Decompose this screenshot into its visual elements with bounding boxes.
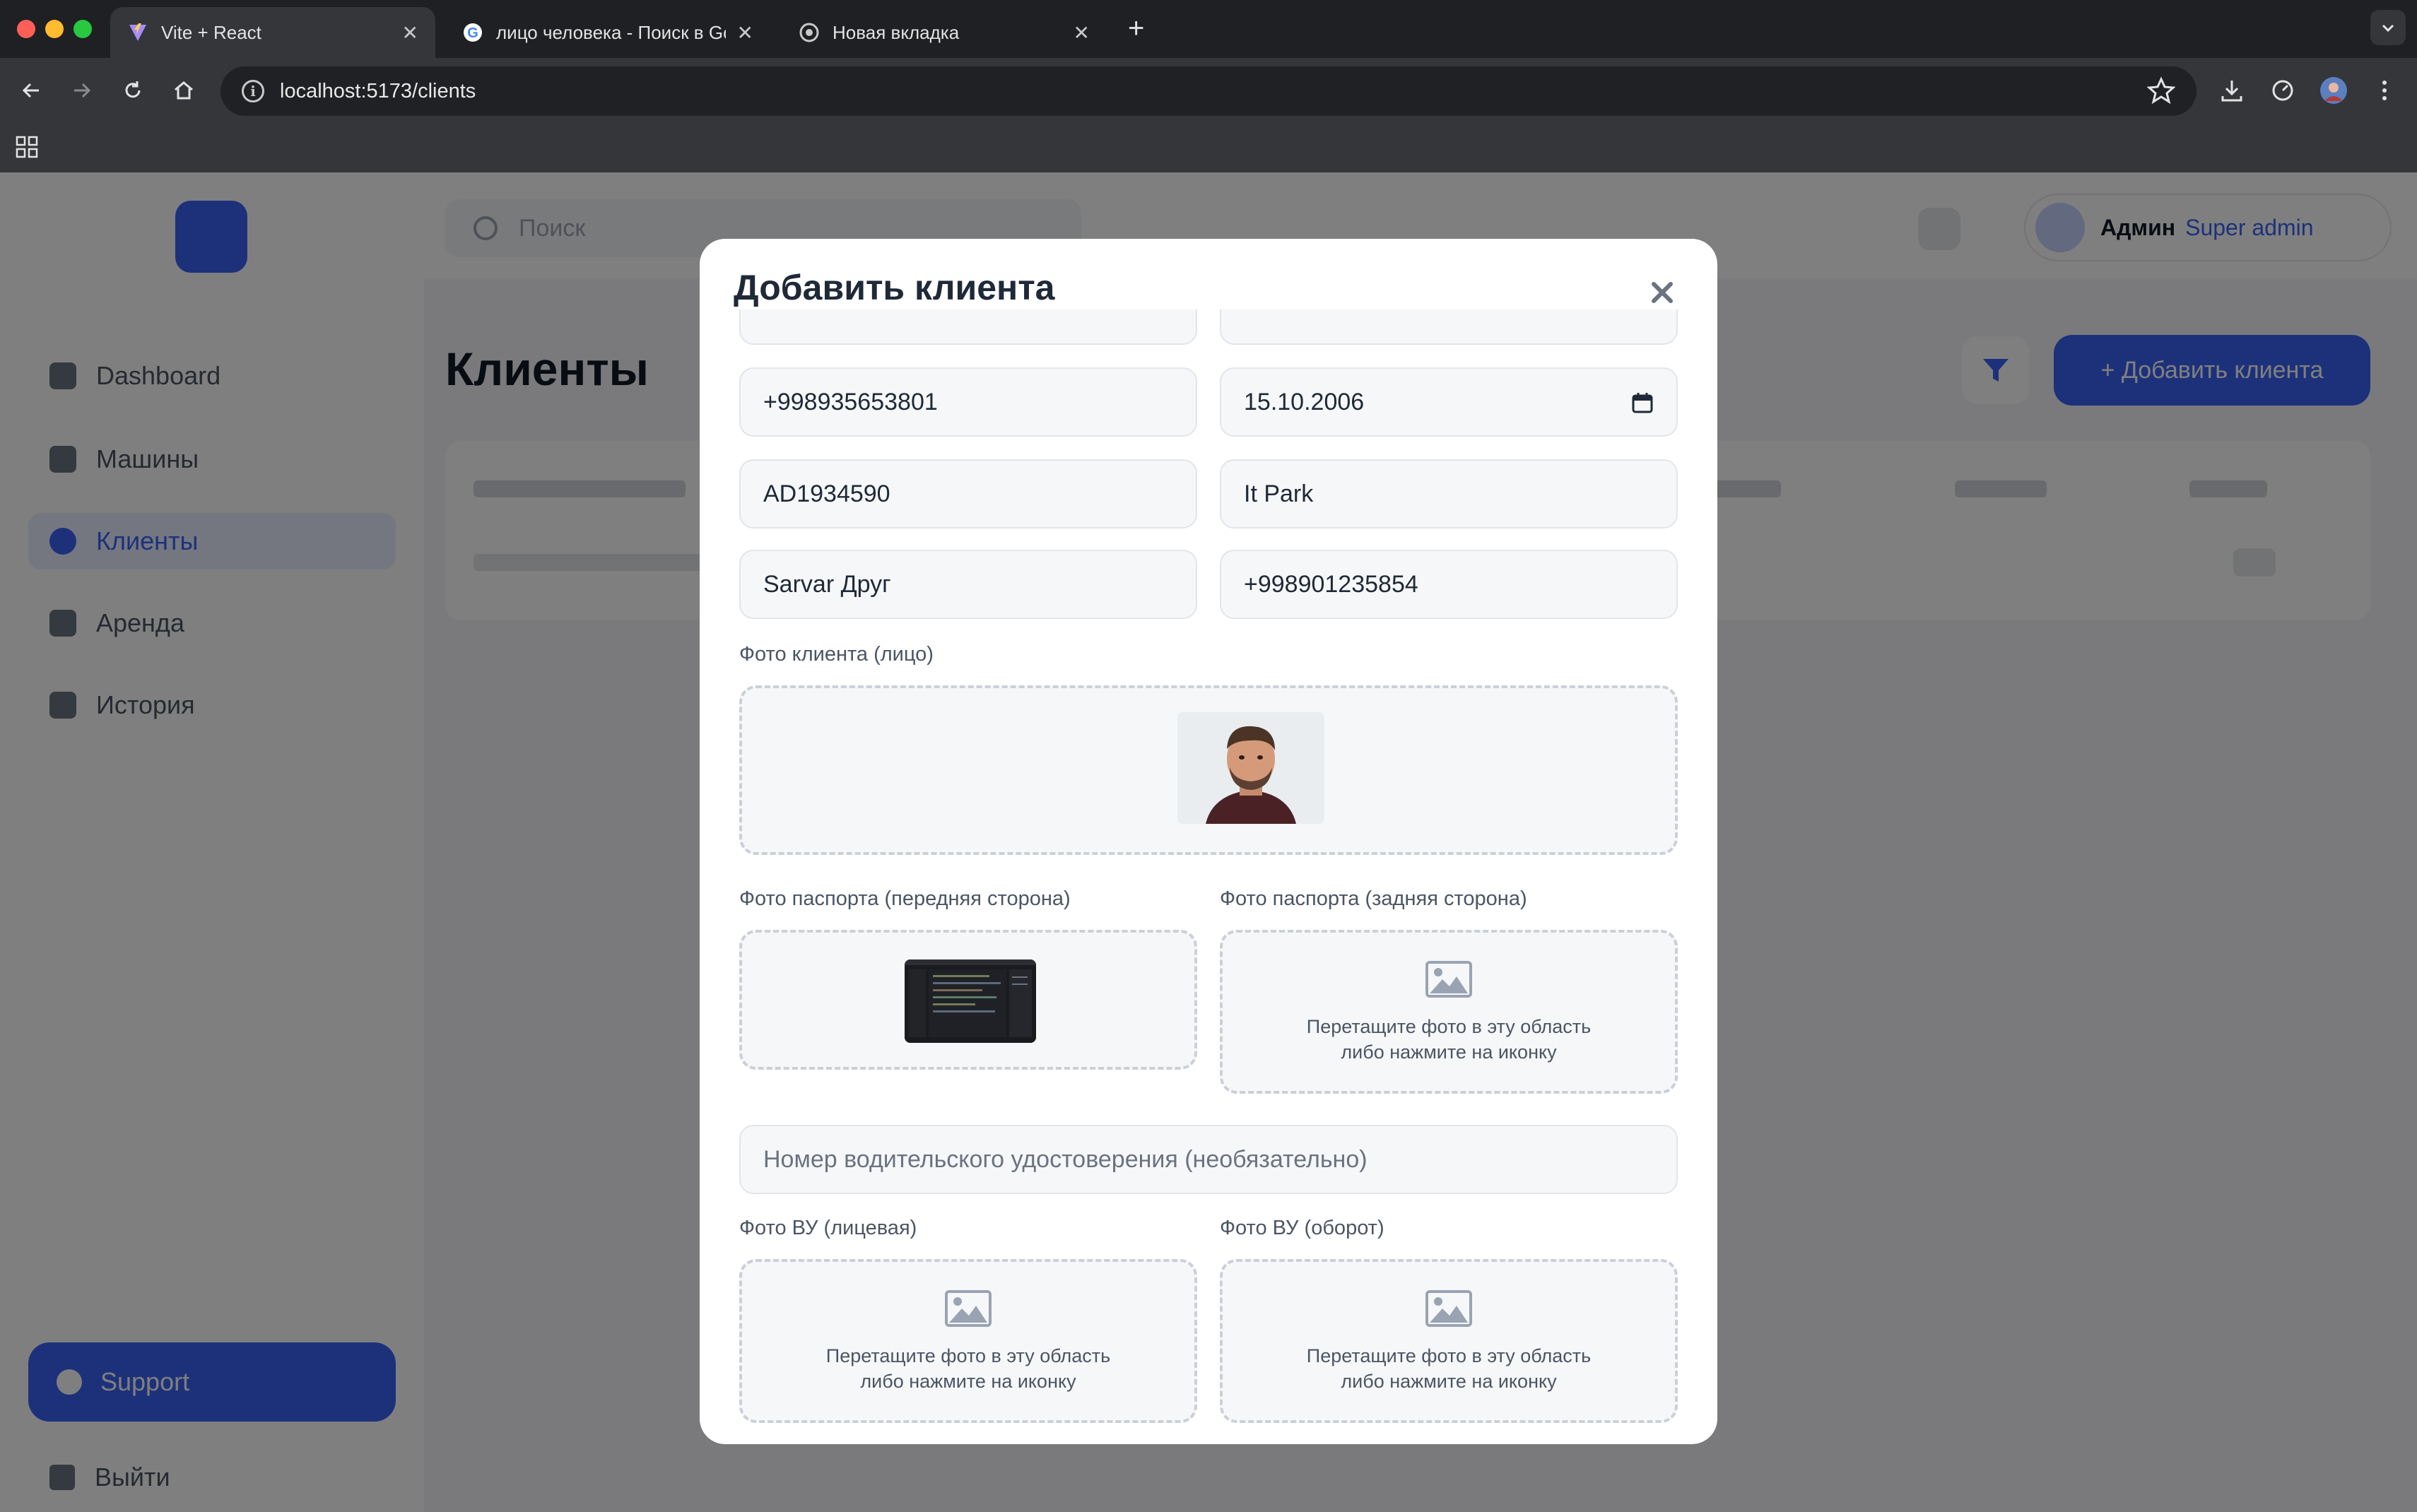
- tab-search-button[interactable]: [2370, 10, 2406, 45]
- close-tab-icon[interactable]: ✕: [737, 21, 753, 45]
- url-text: localhost:5173/clients: [280, 79, 476, 102]
- vite-icon: [127, 22, 148, 43]
- arrow-right-icon: [74, 83, 91, 98]
- browser-tab-bar: Vite + React ✕ G лицо человека - Поиск в…: [0, 0, 2417, 58]
- tab-title: Новая вкладка: [833, 21, 960, 43]
- drop-hint-line2: либо нажмите на иконку: [1341, 1371, 1557, 1392]
- download-icon: [2221, 81, 2242, 102]
- performance-button[interactable]: [2266, 73, 2300, 107]
- maximize-window-button[interactable]: [73, 20, 92, 38]
- birth-date-value: 15.10.2006: [1244, 388, 1365, 415]
- svg-text:G: G: [467, 25, 478, 41]
- home-button[interactable]: [167, 73, 201, 107]
- google-icon: G: [462, 22, 483, 43]
- scrolled-field-right[interactable]: [1220, 309, 1678, 345]
- close-modal-button[interactable]: [1642, 273, 1682, 312]
- close-tab-icon[interactable]: ✕: [1074, 21, 1090, 45]
- drop-hint-line2: либо нажмите на иконку: [860, 1371, 1076, 1392]
- license-back-dropzone[interactable]: Перетащите фото в эту область либо нажми…: [1220, 1259, 1678, 1423]
- work-place-input[interactable]: It Park: [1220, 459, 1678, 528]
- passport-back-dropzone[interactable]: Перетащите фото в эту область либо нажми…: [1220, 930, 1678, 1094]
- forward-button[interactable]: [65, 73, 99, 107]
- tab-title: лицо человека - Поиск в Google: [496, 21, 726, 43]
- home-icon: [175, 81, 193, 100]
- minimize-window-button[interactable]: [45, 20, 64, 38]
- tab-title: Vite + React: [161, 21, 261, 43]
- client-face-photo: [1177, 712, 1324, 824]
- passport-front-dropzone[interactable]: [739, 930, 1197, 1070]
- chevron-down-icon: [2382, 24, 2394, 33]
- reload-button[interactable]: [116, 73, 150, 107]
- browser-toolbar: i localhost:5173/clients: [0, 58, 2417, 123]
- scrolled-field-left[interactable]: [739, 309, 1197, 345]
- close-tab-icon[interactable]: ✕: [402, 21, 418, 45]
- back-button[interactable]: [14, 73, 48, 107]
- downloads-button[interactable]: [2215, 73, 2249, 107]
- driver-license-input[interactable]: Номер водительского удостоверения (необя…: [739, 1125, 1678, 1194]
- address-bar[interactable]: i localhost:5173/clients: [220, 66, 2197, 116]
- speedometer-icon: [2272, 80, 2293, 101]
- add-client-modal: Добавить клиента +998935653801 15.10.200…: [700, 239, 1717, 1444]
- calendar-icon[interactable]: [1631, 391, 1654, 420]
- image-upload-icon[interactable]: [1425, 961, 1472, 1001]
- bookmarks-bar: [0, 123, 2417, 172]
- arrow-left-icon: [22, 83, 39, 98]
- passport-front-label: Фото паспорта (передняя сторона): [739, 887, 1071, 910]
- tab-google-search[interactable]: G лицо человека - Поиск в Google ✕: [445, 7, 770, 58]
- face-photo-label: Фото клиента (лицо): [739, 643, 934, 666]
- chrome-icon: [799, 22, 820, 43]
- close-window-button[interactable]: [17, 20, 35, 38]
- profile-avatar-icon: [2320, 77, 2347, 104]
- more-vertical-icon: [2382, 81, 2387, 100]
- drop-hint-line1: Перетащите фото в эту область: [825, 1345, 1111, 1366]
- tab-vite-react[interactable]: Vite + React ✕: [110, 7, 435, 58]
- apps-grid-icon[interactable]: [16, 136, 38, 162]
- image-upload-icon[interactable]: [945, 1290, 992, 1330]
- phone-input[interactable]: +998935653801: [739, 367, 1197, 437]
- browser-menu-button[interactable]: [2368, 73, 2401, 107]
- site-info-icon[interactable]: i: [242, 80, 264, 102]
- passport-number-input[interactable]: AD1934590: [739, 459, 1197, 528]
- passport-front-photo: [905, 959, 1036, 1043]
- modal-title: Добавить клиента: [734, 268, 1055, 307]
- image-upload-icon[interactable]: [1425, 1290, 1472, 1330]
- license-front-label: Фото ВУ (лицевая): [739, 1217, 917, 1239]
- tab-new-tab[interactable]: Новая вкладка ✕: [782, 7, 1107, 58]
- face-photo-dropzone[interactable]: [739, 685, 1678, 855]
- reload-icon: [125, 81, 141, 98]
- license-front-dropzone[interactable]: Перетащите фото в эту область либо нажми…: [739, 1259, 1197, 1423]
- birth-date-input[interactable]: 15.10.2006: [1220, 367, 1678, 437]
- drop-hint-line1: Перетащите фото в эту область: [1306, 1345, 1592, 1366]
- passport-back-label: Фото паспорта (задняя сторона): [1220, 887, 1527, 910]
- drop-hint-line1: Перетащите фото в эту область: [1306, 1016, 1592, 1037]
- contact-phone-input[interactable]: +998901235854: [1220, 550, 1678, 619]
- drop-hint-line2: либо нажмите на иконку: [1341, 1041, 1557, 1063]
- profile-button[interactable]: [2317, 73, 2351, 107]
- new-tab-button[interactable]: +: [1128, 13, 1144, 45]
- close-icon: [1652, 282, 1673, 303]
- license-back-label: Фото ВУ (оборот): [1220, 1217, 1384, 1239]
- contact-name-input[interactable]: Sarvar Друг: [739, 550, 1197, 619]
- bookmark-star-icon[interactable]: [2146, 76, 2176, 108]
